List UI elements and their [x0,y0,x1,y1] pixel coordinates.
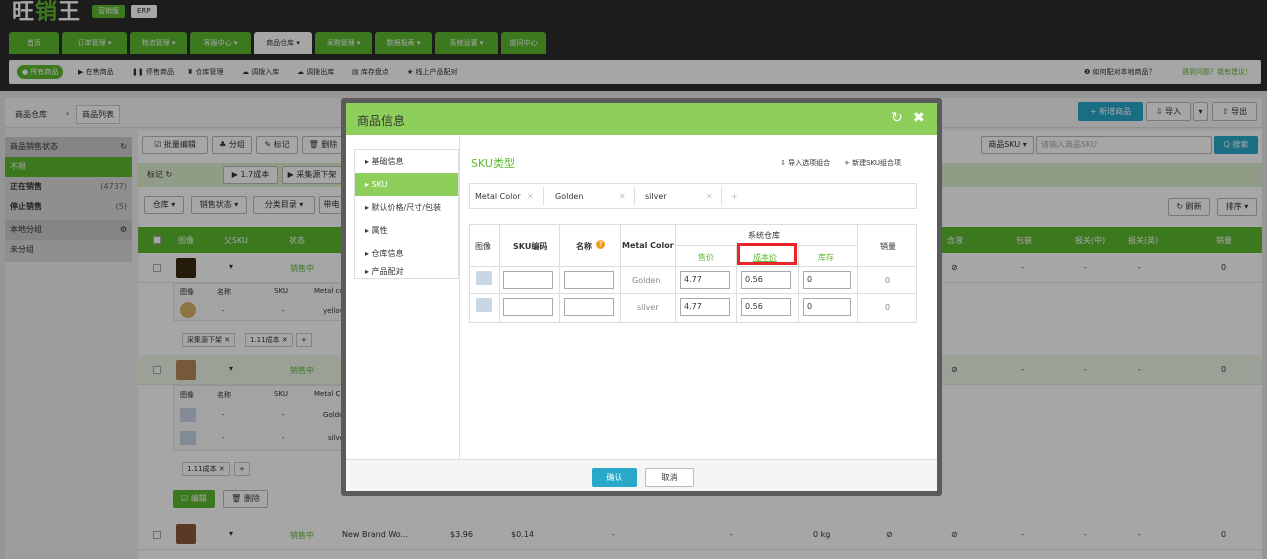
confirm-button[interactable]: 确认 [592,468,637,487]
image-placeholder-icon[interactable] [476,271,492,285]
dialog-header: 商品信息 ↻ ✖ [346,103,937,135]
col-stock: 库存 [818,253,834,262]
help-icon[interactable]: ? [596,240,605,249]
refresh-icon[interactable]: ↻ [891,110,903,126]
menu-sku[interactable]: ▸ SKU [355,173,458,196]
add-option-icon[interactable]: + [731,192,738,201]
remove-icon[interactable]: ✕ [527,192,534,201]
col-system-warehouse: 系统仓库 [748,231,780,240]
price-input[interactable]: 4.77 [680,298,730,316]
menu-attributes[interactable]: ▸ 属性 [355,219,458,242]
name-input[interactable] [564,271,614,289]
dialog-footer: 确认 取消 [346,459,937,491]
close-icon[interactable]: ✖ [913,110,925,126]
col-price: 售价 [698,253,714,262]
option-value-golden: Golden [555,192,584,201]
option-name: Metal Color [475,192,521,201]
menu-warehouse-info[interactable]: ▸ 仓库信息 [355,242,458,265]
cancel-button[interactable]: 取消 [645,468,694,487]
col-sales: 销量 [880,242,896,251]
dialog-title: 商品信息 [357,114,406,128]
import-options-link[interactable]: ⇩ 导入选项组合 [780,158,830,168]
sku-table: 图像 SKU编码 名称 ? Metal Color 系统仓库 售价 成本价 库存… [469,224,917,323]
variant-sales: 0 [885,303,891,312]
sku-option-chips: Metal Color ✕ Golden ✕ silver ✕ + [469,183,917,209]
image-placeholder-icon[interactable] [476,298,492,312]
stock-input[interactable]: 0 [803,298,851,316]
sku-code-input[interactable] [503,271,553,289]
cost-price-input[interactable]: 0.56 [741,298,791,316]
dialog-menu: ▸ 基础信息 ▸ SKU ▸ 默认价格/尺寸/包装 ▸ 属性 ▸ 仓库信息 ▸ … [354,149,459,279]
remove-icon[interactable]: ✕ [619,192,626,201]
variant-sales: 0 [885,276,891,285]
remove-icon[interactable]: ✕ [706,192,713,201]
menu-product-match[interactable]: ▸ 产品配对 [355,265,458,279]
col-metal-color: Metal Color [622,241,674,250]
variant-metal-color: silver [637,303,659,312]
variant-metal-color: Golden [632,276,661,285]
cost-price-input[interactable]: 0.56 [741,271,791,289]
product-info-dialog: 商品信息 ↻ ✖ ▸ 基础信息 ▸ SKU ▸ 默认价格/尺寸/包装 ▸ 属性 … [341,98,942,496]
stock-input[interactable]: 0 [803,271,851,289]
menu-default-price[interactable]: ▸ 默认价格/尺寸/包装 [355,196,458,219]
option-value-silver: silver [645,192,667,201]
new-sku-combo-link[interactable]: + 新建SKU组合项 [844,158,901,168]
name-input[interactable] [564,298,614,316]
highlight-box [737,243,797,265]
sku-code-input[interactable] [503,298,553,316]
sku-type-title: SKU类型 [471,157,515,170]
col-sku-code: SKU编码 [513,242,548,251]
col-image: 图像 [475,242,491,251]
col-name: 名称 [576,242,592,251]
menu-basic-info[interactable]: ▸ 基础信息 [355,150,458,173]
price-input[interactable]: 4.77 [680,271,730,289]
sku-panel: SKU类型 ⇩ 导入选项组合 + 新建SKU组合项 Metal Color ✕ … [459,136,937,459]
